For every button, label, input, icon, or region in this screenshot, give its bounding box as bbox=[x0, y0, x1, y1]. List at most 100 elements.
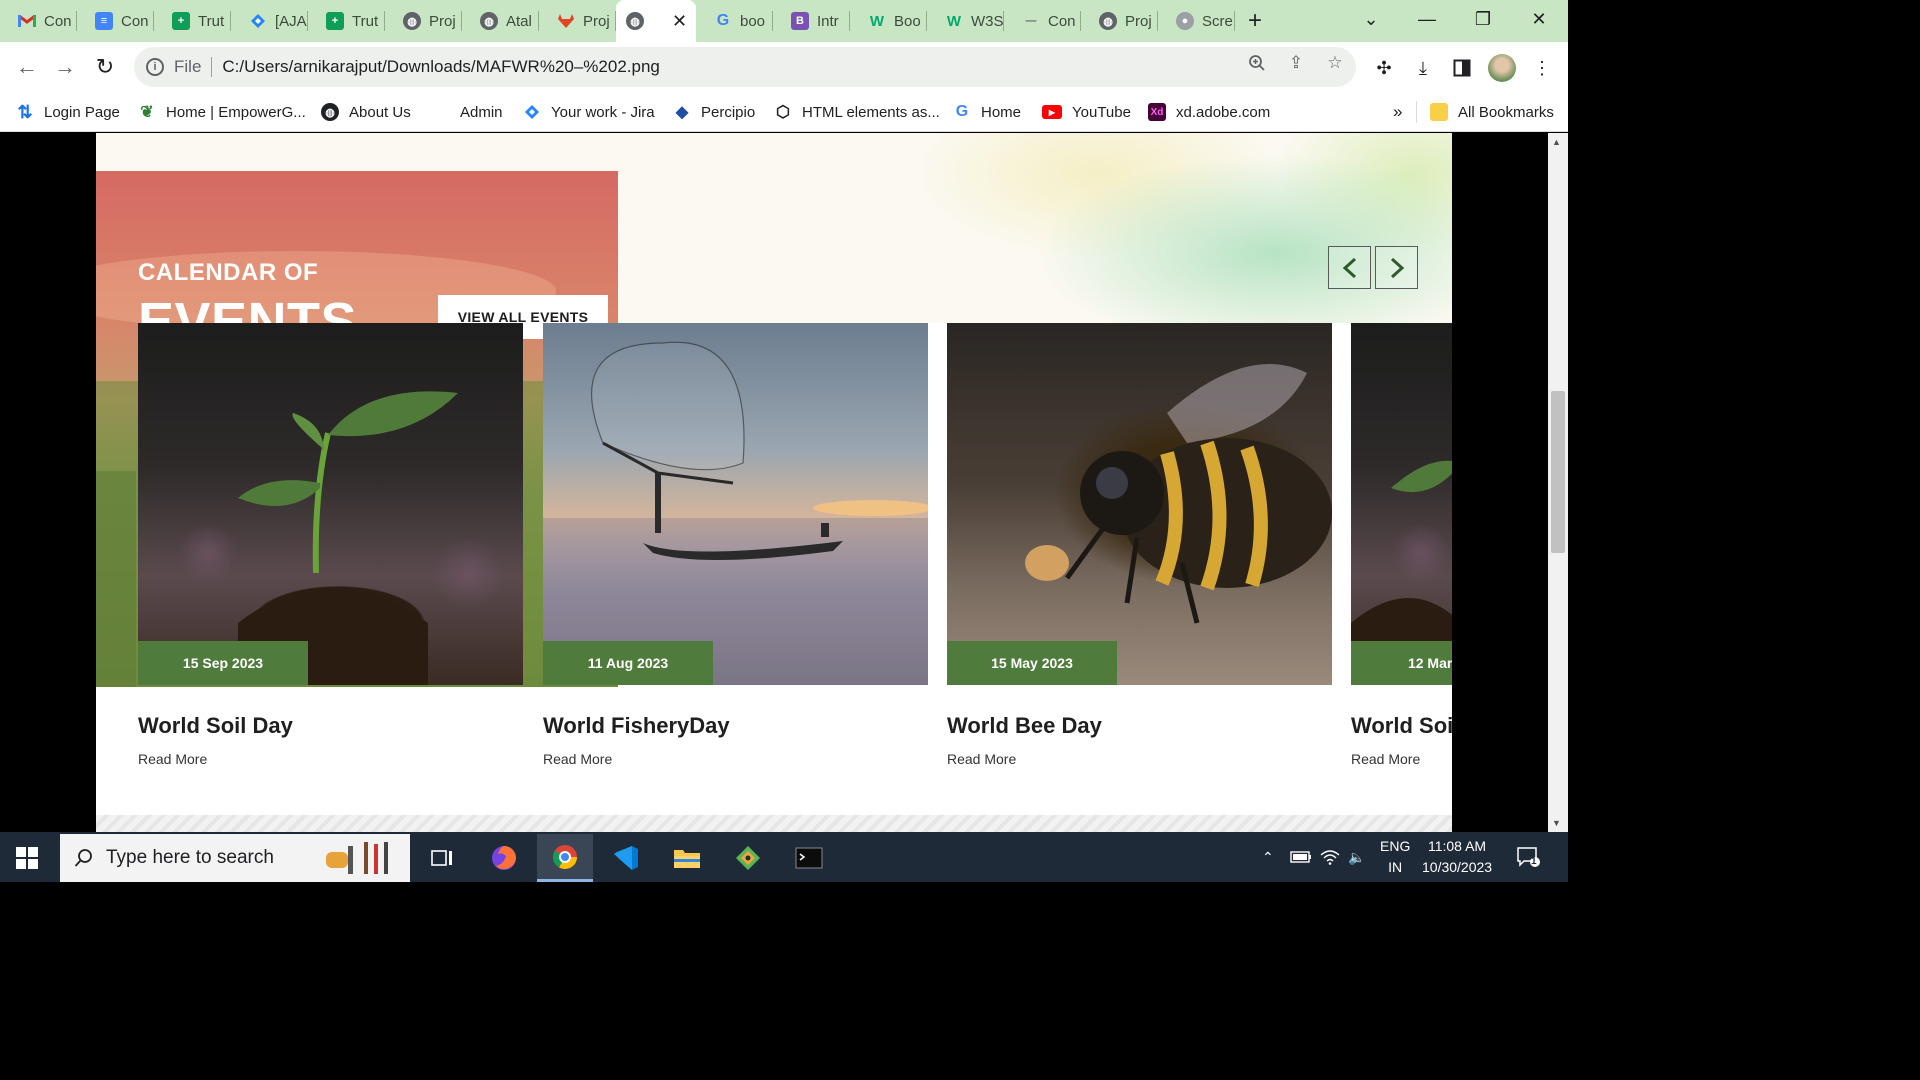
read-more-link[interactable]: Read More bbox=[543, 751, 928, 767]
zoom-icon[interactable] bbox=[1246, 52, 1268, 74]
tab-atal[interactable]: ◍ Atal bbox=[462, 0, 539, 42]
gmail-icon bbox=[18, 12, 36, 30]
event-title[interactable]: World Soil bbox=[1351, 713, 1452, 739]
bookmark-empowerg[interactable]: ❦ Home | EmpowerG... bbox=[138, 92, 305, 132]
bookmark-login-page[interactable]: ⇅ Login Page bbox=[16, 92, 119, 132]
restore-icon[interactable]: ❐ bbox=[1455, 0, 1511, 38]
back-arrow-icon[interactable]: ← bbox=[12, 52, 42, 82]
scroll-up-arrow-icon[interactable]: ▲ bbox=[1552, 137, 1561, 147]
tab-project-2[interactable]: ◍ Proj bbox=[1081, 0, 1158, 42]
file-explorer-icon[interactable] bbox=[659, 834, 715, 882]
info-icon[interactable]: i bbox=[146, 58, 164, 76]
volume-icon[interactable]: 🔈 bbox=[1348, 832, 1365, 882]
folder-icon bbox=[1430, 103, 1448, 121]
event-image-fisherman[interactable]: 11 Aug 2023 bbox=[543, 323, 928, 685]
tab-w3schools[interactable]: W W3S bbox=[927, 0, 1004, 42]
bookmark-about-us[interactable]: ◍ About Us bbox=[321, 92, 411, 132]
tab-con[interactable]: — Con bbox=[1004, 0, 1081, 42]
event-card[interactable]: 12 Mar 2 World Soil Read More bbox=[1351, 323, 1452, 767]
bookmark-html-elements[interactable]: ⬡ HTML elements as... bbox=[774, 92, 940, 132]
forward-arrow-icon[interactable]: → bbox=[50, 52, 80, 82]
taskbar-search-box[interactable]: Type here to search bbox=[60, 834, 410, 882]
tab-screenshot[interactable]: ● Scre bbox=[1158, 0, 1235, 42]
scroll-down-arrow-icon[interactable]: ▼ bbox=[1552, 818, 1561, 828]
event-title[interactable]: World Soil Day bbox=[138, 713, 523, 739]
carousel-prev-button[interactable] bbox=[1328, 246, 1371, 289]
side-panel-icon[interactable] bbox=[1450, 56, 1474, 80]
url-text[interactable]: C:/Users/arnikarajput/Downloads/MAFWR%20… bbox=[222, 57, 659, 77]
bookmark-youtube[interactable]: ▶ YouTube bbox=[1042, 92, 1131, 132]
google-icon: G bbox=[955, 103, 969, 120]
read-more-link[interactable]: Read More bbox=[947, 751, 1332, 767]
bookmarks-bar: ⇅ Login Page ❦ Home | EmpowerG... ◍ About U… bbox=[0, 92, 1568, 132]
bookmark-jira[interactable]: Your work - Jira bbox=[523, 92, 655, 132]
tab-google-search[interactable]: Gboo bbox=[696, 0, 773, 42]
bookmarks-overflow-button[interactable]: » bbox=[1393, 92, 1402, 132]
language-indicator[interactable]: ENG IN bbox=[1380, 832, 1410, 882]
bookmark-admin[interactable]: Admin bbox=[460, 92, 503, 132]
bookmark-percipio[interactable]: ◆ Percipio bbox=[673, 92, 755, 132]
tab-w3schools-bootstrap[interactable]: W Boo bbox=[850, 0, 927, 42]
tab-project[interactable]: ◍ Proj bbox=[385, 0, 462, 42]
tab-sheets[interactable]: + Trut bbox=[308, 0, 385, 42]
download-icon[interactable]: ⤓ bbox=[1411, 56, 1435, 80]
search-placeholder: Type here to search bbox=[106, 847, 274, 868]
event-card[interactable]: 15 Sep 2023 World Soil Day Read More bbox=[138, 323, 523, 767]
firefox-icon[interactable] bbox=[476, 834, 532, 882]
minimize-icon[interactable]: — bbox=[1399, 0, 1455, 38]
tab-active[interactable]: ◍ ✕ bbox=[616, 0, 696, 42]
battery-icon[interactable] bbox=[1290, 832, 1312, 882]
address-bar[interactable]: i File C:/Users/arnikarajput/Downloads/M… bbox=[134, 47, 1356, 87]
tab-docs[interactable]: ≡ Con bbox=[77, 0, 154, 42]
reload-icon[interactable]: ↻ bbox=[90, 52, 120, 82]
tab-jira[interactable]: [AJA bbox=[231, 0, 308, 42]
address-divider bbox=[211, 57, 213, 77]
read-more-link[interactable]: Read More bbox=[138, 751, 523, 767]
tab-gitlab[interactable]: Proj bbox=[539, 0, 616, 42]
clock[interactable]: 11:08 AM 10/30/2023 bbox=[1422, 832, 1492, 882]
scrollbar-thumb[interactable] bbox=[1551, 391, 1565, 553]
event-card[interactable]: 11 Aug 2023 World FisheryDay Read More bbox=[543, 323, 928, 767]
jira-icon bbox=[249, 12, 267, 30]
chrome-icon[interactable] bbox=[537, 834, 593, 882]
camera-icon: ● bbox=[1176, 12, 1194, 30]
event-title[interactable]: World FisheryDay bbox=[543, 713, 928, 739]
event-image-seedling[interactable]: 15 Sep 2023 bbox=[138, 323, 523, 685]
event-image-seedling[interactable]: 12 Mar 2 bbox=[1351, 323, 1452, 685]
event-title[interactable]: World Bee Day bbox=[947, 713, 1332, 739]
bookmark-adobe-xd[interactable]: Xd xd.adobe.com bbox=[1148, 92, 1270, 132]
carousel-next-button[interactable] bbox=[1375, 246, 1418, 289]
event-image-bee[interactable]: 15 May 2023 bbox=[947, 323, 1332, 685]
vscode-icon[interactable] bbox=[598, 834, 654, 882]
wifi-icon[interactable] bbox=[1320, 832, 1340, 882]
youtube-icon: ▶ bbox=[1042, 105, 1062, 119]
page-scrollbar[interactable]: ▲ ▼ bbox=[1548, 133, 1568, 832]
event-card[interactable]: 15 May 2023 World Bee Day Read More bbox=[947, 323, 1332, 767]
git-client-icon[interactable] bbox=[720, 834, 776, 882]
all-bookmarks-folder[interactable]: All Bookmarks bbox=[1430, 92, 1554, 132]
windows-start-icon[interactable] bbox=[16, 847, 38, 869]
codepen-icon: ⬡ bbox=[776, 104, 790, 121]
close-tab-icon[interactable]: ✕ bbox=[672, 11, 687, 32]
tab-gmail[interactable]: Con bbox=[0, 0, 77, 42]
tab-sheets[interactable]: + Trut bbox=[154, 0, 231, 42]
bookmark-star-icon[interactable]: ☆ bbox=[1324, 52, 1346, 74]
task-view-icon[interactable] bbox=[414, 834, 470, 882]
tab-bootstrap[interactable]: B Intr bbox=[773, 0, 850, 42]
bookmark-home[interactable]: G Home bbox=[953, 92, 1021, 132]
profile-avatar[interactable] bbox=[1488, 54, 1516, 82]
more-menu-icon[interactable]: ⋮ bbox=[1530, 56, 1554, 80]
new-tab-button[interactable]: + bbox=[1235, 0, 1275, 42]
tab-strip: Con ≡ Con + Trut [AJA + Trut ◍ Proj ◍ Atal Pr… bbox=[0, 0, 1568, 42]
docs-icon: ≡ bbox=[95, 12, 113, 30]
notification-center-icon[interactable]: 1 bbox=[1516, 832, 1540, 882]
tab-search-chevron-icon[interactable]: ⌄ bbox=[1343, 0, 1399, 38]
sheets-icon: + bbox=[172, 12, 190, 30]
tools-illustration-icon bbox=[326, 842, 388, 874]
close-window-icon[interactable]: ✕ bbox=[1511, 0, 1567, 38]
share-icon[interactable]: ⇪ bbox=[1285, 52, 1307, 74]
read-more-link[interactable]: Read More bbox=[1351, 751, 1452, 767]
extensions-icon[interactable]: ✣ bbox=[1372, 56, 1396, 80]
show-hidden-icons-chevron-icon[interactable]: ⌃ bbox=[1262, 832, 1274, 882]
terminal-icon[interactable] bbox=[781, 834, 837, 882]
